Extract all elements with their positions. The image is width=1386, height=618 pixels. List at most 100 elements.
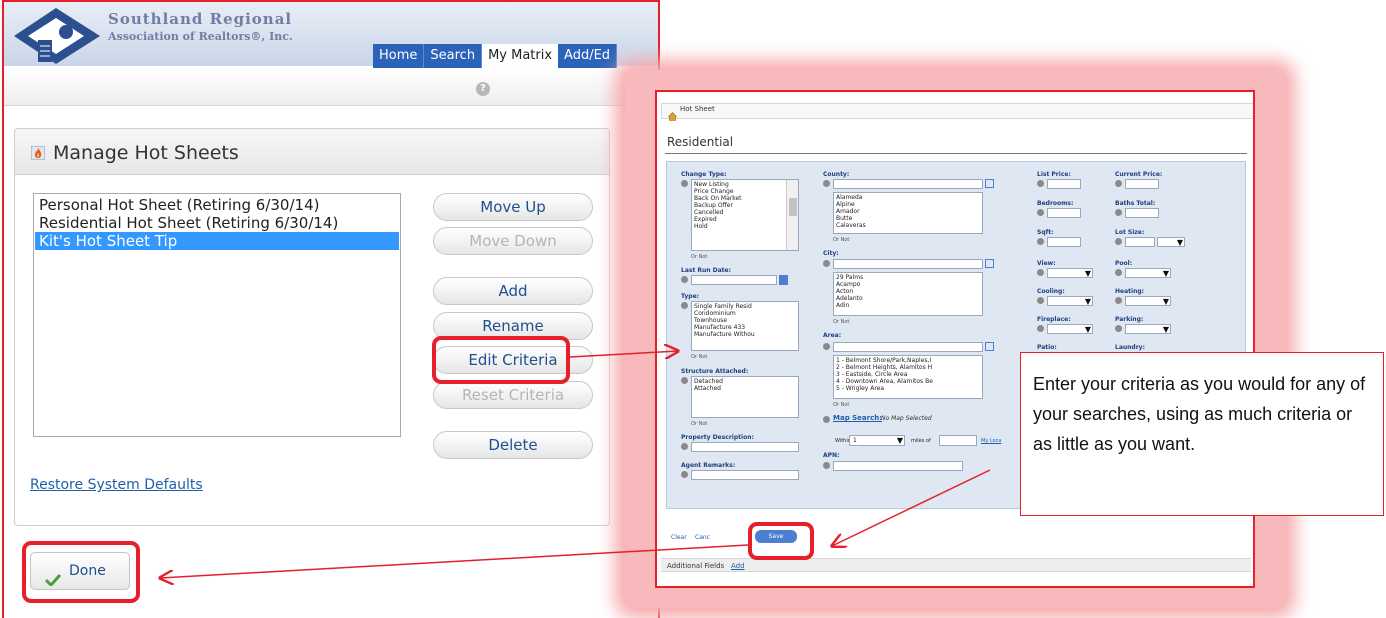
current-price-input[interactable] <box>1125 179 1159 189</box>
list-item[interactable]: 5 - Wrigley Area <box>836 385 884 392</box>
reset-criteria-button[interactable]: Reset Criteria <box>433 381 593 409</box>
list-item[interactable]: Attached <box>694 385 721 392</box>
scrollbar-thumb[interactable] <box>789 198 797 216</box>
help-icon[interactable] <box>681 471 688 478</box>
baths-total-input[interactable] <box>1125 208 1159 218</box>
help-icon[interactable] <box>1037 325 1044 332</box>
county-input[interactable] <box>833 179 983 189</box>
agent-remarks-input[interactable] <box>691 470 799 480</box>
tab-search[interactable]: Search <box>424 44 483 68</box>
apn-input[interactable] <box>833 461 963 471</box>
type-select[interactable]: Single Family Resid Condominium Townhous… <box>691 301 799 351</box>
or-not-toggle[interactable]: Or Not <box>833 402 849 408</box>
tab-my-matrix[interactable]: My Matrix <box>482 44 559 68</box>
list-item[interactable]: Adin <box>836 302 849 309</box>
help-icon[interactable] <box>1115 209 1122 216</box>
title-divider <box>665 153 1247 154</box>
change-type-label: Change Type: <box>681 171 727 178</box>
or-not-toggle[interactable]: Or Not <box>833 319 849 325</box>
help-icon[interactable] <box>1115 325 1122 332</box>
help-icon[interactable] <box>1037 297 1044 304</box>
or-not-toggle[interactable]: Or Not <box>691 254 707 260</box>
help-icon[interactable] <box>681 302 688 309</box>
help-icon[interactable] <box>1115 238 1122 245</box>
help-icon[interactable] <box>823 343 830 350</box>
help-icon[interactable] <box>1115 297 1122 304</box>
list-item[interactable]: Hold <box>694 223 708 230</box>
bedrooms-input[interactable] <box>1047 208 1081 218</box>
property-description-input[interactable] <box>691 442 799 452</box>
help-icon[interactable] <box>1115 180 1122 187</box>
help-icon[interactable] <box>1115 269 1122 276</box>
cooling-select[interactable]: ▼ <box>1047 296 1093 306</box>
done-highlight <box>22 541 140 603</box>
structure-attached-label: Structure Attached: <box>681 368 749 375</box>
delete-button[interactable]: Delete <box>433 431 593 459</box>
county-label: County: <box>823 171 850 178</box>
lookup-icon[interactable] <box>985 259 994 268</box>
fireplace-select[interactable]: ▼ <box>1047 324 1093 334</box>
structure-attached-select[interactable]: Detached Attached <box>691 376 799 418</box>
area-select[interactable]: 1 - Belmont Shore/Park,Naples,I 2 - Belm… <box>833 355 983 399</box>
sqft-input[interactable] <box>1047 237 1081 247</box>
heating-select[interactable]: ▼ <box>1125 296 1171 306</box>
my-location-link[interactable]: My Loca <box>981 438 1001 444</box>
list-item[interactable]: Personal Hot Sheet (Retiring 6/30/14) <box>35 196 399 214</box>
lot-size-input[interactable] <box>1125 237 1155 247</box>
lookup-icon[interactable] <box>985 342 994 351</box>
view-select[interactable]: ▼ <box>1047 268 1093 278</box>
restore-defaults-link[interactable]: Restore System Defaults <box>30 477 203 493</box>
help-icon[interactable]: ? <box>476 82 490 96</box>
city-select[interactable]: 29 Palms Acampo Acton Adelanto Adin <box>833 272 983 316</box>
list-item[interactable]: Residential Hot Sheet (Retiring 6/30/14) <box>35 214 399 232</box>
or-not-toggle[interactable]: Or Not <box>691 421 707 427</box>
breadcrumb: Hot Sheet <box>661 103 1253 121</box>
lookup-icon[interactable] <box>985 179 994 188</box>
calendar-icon[interactable] <box>779 275 788 285</box>
county-select[interactable]: Alameda Alpine Amador Butte Calaveras <box>833 192 983 234</box>
map-search-link[interactable]: Map Search: <box>833 414 882 422</box>
help-icon[interactable] <box>681 377 688 384</box>
lot-size-unit-select[interactable]: ▼ <box>1157 237 1185 247</box>
change-type-select[interactable]: New Listing Price Change Back On Market … <box>691 179 799 251</box>
help-icon[interactable] <box>681 180 688 187</box>
last-run-date-input[interactable] <box>691 275 777 285</box>
add-button[interactable]: Add <box>433 277 593 305</box>
or-not-toggle[interactable]: Or Not <box>833 237 849 243</box>
help-icon[interactable] <box>823 462 830 469</box>
help-icon[interactable] <box>1037 269 1044 276</box>
or-not-toggle[interactable]: Or Not <box>691 354 707 360</box>
apn-label: APN: <box>823 452 840 459</box>
hotsheet-listbox[interactable]: Personal Hot Sheet (Retiring 6/30/14) Re… <box>33 193 401 437</box>
city-input[interactable] <box>833 259 983 269</box>
parking-select[interactable]: ▼ <box>1125 324 1171 334</box>
baths-total-label: Baths Total: <box>1115 200 1156 207</box>
scrollbar[interactable] <box>786 180 798 250</box>
help-icon[interactable] <box>681 443 688 450</box>
tab-add-edit[interactable]: Add/Ed <box>558 44 618 68</box>
help-icon[interactable] <box>1037 209 1044 216</box>
home-icon[interactable] <box>667 106 678 121</box>
list-price-input[interactable] <box>1047 179 1081 189</box>
cancel-button[interactable]: Canc <box>695 534 710 541</box>
move-up-button[interactable]: Move Up <box>433 193 593 221</box>
within-select[interactable]: ▼ <box>849 435 905 446</box>
tab-home[interactable]: Home <box>373 44 425 68</box>
pool-select[interactable]: ▼ <box>1125 268 1171 278</box>
help-icon[interactable] <box>1037 238 1044 245</box>
help-icon[interactable] <box>823 416 830 423</box>
location-input[interactable] <box>939 435 977 446</box>
help-icon[interactable] <box>1037 180 1044 187</box>
area-input[interactable] <box>833 342 983 352</box>
agent-remarks-label: Agent Remarks: <box>681 462 736 469</box>
clear-button[interactable]: Clear <box>671 534 687 541</box>
help-icon[interactable] <box>823 260 830 267</box>
move-down-button[interactable]: Move Down <box>433 227 593 255</box>
list-item[interactable]: Calaveras <box>836 222 866 229</box>
manage-hotsheets-window: Southland Regional Association of Realto… <box>2 0 660 618</box>
list-item[interactable]: Manufacture Withou <box>694 331 755 338</box>
help-icon[interactable] <box>681 276 688 283</box>
help-icon[interactable] <box>823 180 830 187</box>
additional-fields-add-link[interactable]: Add <box>731 562 745 570</box>
list-item-selected[interactable]: Kit's Hot Sheet Tip <box>35 232 399 250</box>
